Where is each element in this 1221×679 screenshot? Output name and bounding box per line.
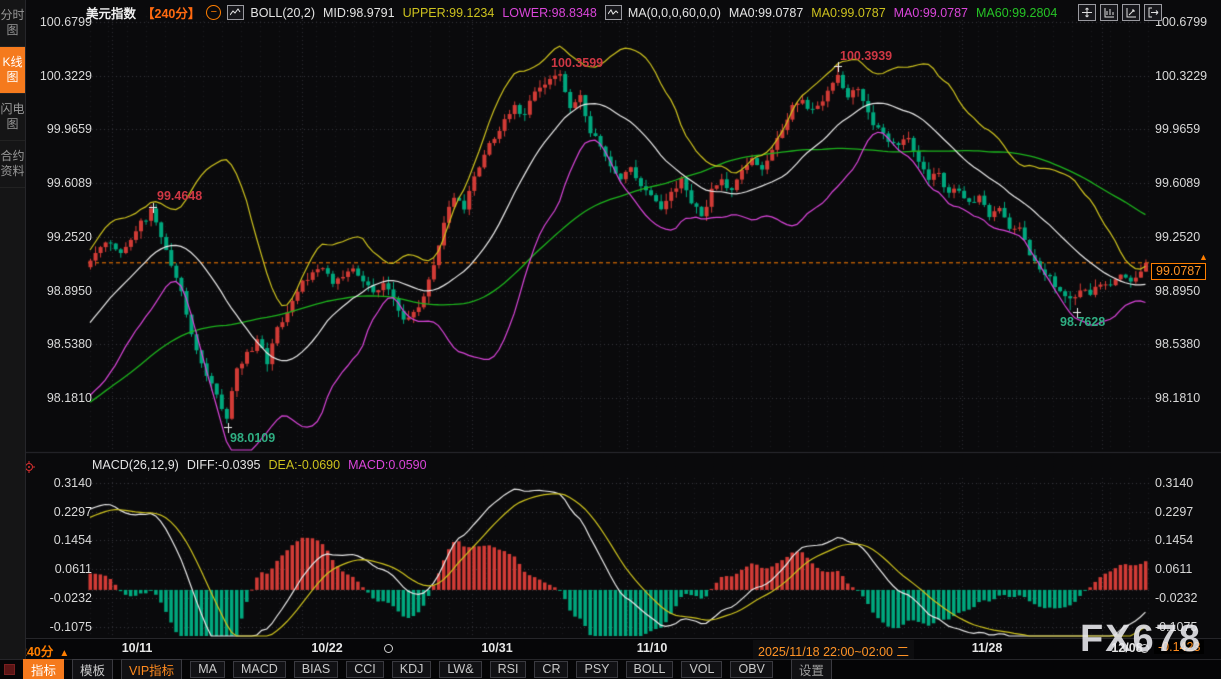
- price-annotation: 98.0109: [230, 431, 275, 445]
- date-tick: 11/10: [637, 641, 668, 655]
- fx678-watermark: FX678: [1080, 618, 1202, 661]
- price-axis-label: 100.6799: [1155, 15, 1207, 29]
- macd-value: DIFF:-0.0395: [187, 458, 261, 472]
- corner-icon[interactable]: [4, 664, 15, 675]
- price-axis-label: 99.6089: [47, 176, 92, 190]
- period-badge[interactable]: 240分▲: [20, 641, 69, 660]
- macd-axis-label: 0.2297: [54, 505, 92, 519]
- ma-value: MA60:99.2804: [976, 6, 1057, 20]
- macd-value: MACD:0.0590: [348, 458, 427, 472]
- moon-phase-icon: [384, 644, 393, 653]
- indicator-toolbar: 指标模板 VIP指标 MA MACD BIAS CCI KDJ LW&RSI CR PSY BOLL…: [0, 659, 1221, 679]
- macd-axis-label: 0.3140: [1155, 476, 1193, 490]
- macd-axis-label: 0.0611: [1155, 562, 1192, 576]
- indicator-chart-icon[interactable]: [227, 5, 244, 20]
- toolbar-button[interactable]: PSY: [576, 661, 617, 678]
- date-tick: 10/22: [311, 641, 342, 655]
- macd-header: MACD(26,12,9) DIFF:-0.0395 DEA:-0.0690 MACD…: [92, 458, 427, 472]
- macd-axis-label: 0.3140: [54, 476, 92, 490]
- price-axis-label: 99.2520: [1155, 230, 1200, 244]
- x-scale-icon[interactable]: [1122, 4, 1140, 21]
- macd-axis-label: 0.2297: [1155, 505, 1193, 519]
- macd-axis-label: 0.1454: [54, 533, 92, 547]
- macd-axis-label: -0.1075: [50, 620, 92, 634]
- toolbar-button[interactable]: BOLL: [626, 661, 674, 678]
- toolbar-button[interactable]: OBV: [730, 661, 772, 678]
- date-tick: 10/11: [122, 641, 153, 655]
- price-axis-label: 100.3229: [1155, 69, 1207, 83]
- price-axis-label: 98.5380: [47, 337, 92, 351]
- chart-type-sidebar: 分时图K线图闪电图合约资料: [0, 0, 26, 679]
- chart-header: 美元指数 【240分】 − BOLL(20,2) MID:98.9791 UPPER…: [86, 3, 1059, 22]
- toolbar-button[interactable]: CCI: [346, 661, 384, 678]
- symbol-name: 美元指数: [86, 3, 136, 22]
- sidebar-tab[interactable]: K线图: [0, 47, 25, 94]
- cursor-date-label: 2025/11/18 22:00~02:00 二: [753, 640, 914, 661]
- price-axis-label: 98.8950: [47, 284, 92, 298]
- period-label: 【240分】: [142, 3, 200, 22]
- date-tick: 11/28: [972, 641, 1003, 655]
- price-arrow-icon: ▲: [1199, 252, 1208, 262]
- toolbar-button[interactable]: RSI: [490, 661, 527, 678]
- price-annotation: 98.7628: [1060, 315, 1105, 329]
- ma-value: MA0:99.0787: [729, 6, 803, 20]
- toolbar-button[interactable]: KDJ: [392, 661, 432, 678]
- toolbar-button[interactable]: 模板: [72, 659, 113, 679]
- price-annotation: 100.3939: [840, 49, 892, 63]
- toolbar-button[interactable]: CR: [534, 661, 568, 678]
- toolbar-button[interactable]: VIP指标: [121, 659, 182, 679]
- ma-value: MA0:99.0787: [811, 6, 885, 20]
- boll-value: MID:98.9791: [323, 6, 395, 20]
- price-axis-label: 98.5380: [1155, 337, 1200, 351]
- sidebar-tab[interactable]: 分时图: [0, 0, 25, 47]
- toolbar-button[interactable]: BIAS: [294, 661, 339, 678]
- chart-tools: [1078, 4, 1162, 21]
- macd-axis-label: 0.1454: [1155, 533, 1193, 547]
- toolbar-button[interactable]: MACD: [233, 661, 286, 678]
- y-scale-icon[interactable]: [1100, 4, 1118, 21]
- expand-right-icon[interactable]: [1144, 4, 1162, 21]
- ma-value: MA(0,0,0,60,0,0): [628, 6, 721, 20]
- chevron-up-icon: ▲: [59, 648, 69, 659]
- sidebar-tab[interactable]: 闪电图: [0, 94, 25, 141]
- macd-value: MACD(26,12,9): [92, 458, 179, 472]
- macd-axis-label: -0.0232: [50, 591, 92, 605]
- boll-value: UPPER:99.1234: [403, 6, 495, 20]
- toolbar-button[interactable]: VOL: [681, 661, 722, 678]
- toolbar-button[interactable]: LW&: [439, 661, 481, 678]
- ma-value: MA0:99.0787: [894, 6, 968, 20]
- time-axis: 240分▲ 10/1110/2210/3111/1011/2812/08 202…: [25, 638, 1221, 659]
- price-annotation: 99.4648: [157, 189, 202, 203]
- toolbar-button[interactable]: 设置: [791, 659, 832, 679]
- price-axis-label: 99.6089: [1155, 176, 1200, 190]
- macd-value: DEA:-0.0690: [268, 458, 340, 472]
- crosshair-icon[interactable]: [1078, 4, 1096, 21]
- indicator-chart-icon[interactable]: [605, 5, 622, 20]
- price-axis-label: 99.9659: [1155, 122, 1200, 136]
- date-tick: 10/31: [481, 641, 512, 655]
- price-axis-label: 98.1810: [1155, 391, 1200, 405]
- collapse-icon[interactable]: −: [206, 5, 221, 20]
- macd-axis-label: -0.0232: [1155, 591, 1197, 605]
- boll-value: LOWER:98.8348: [502, 6, 597, 20]
- toolbar-button[interactable]: MA: [190, 661, 225, 678]
- price-axis-label: 98.1810: [47, 391, 92, 405]
- price-axis-label: 100.6799: [40, 15, 92, 29]
- macd-axis-label: 0.0611: [55, 562, 92, 576]
- boll-value: BOLL(20,2): [250, 6, 315, 20]
- price-axis-label: 98.8950: [1155, 284, 1200, 298]
- toolbar-button[interactable]: 指标: [23, 659, 64, 679]
- price-axis-label: 100.3229: [40, 69, 92, 83]
- sidebar-tab[interactable]: 合约资料: [0, 141, 25, 188]
- current-price-badge: 99.0787: [1151, 263, 1206, 280]
- trading-app-window: 分时图K线图闪电图合约资料 美元指数 【240分】 − BOLL(20,2) MI…: [0, 0, 1221, 679]
- price-axis-label: 99.2520: [47, 230, 92, 244]
- chart-canvas[interactable]: [0, 0, 1221, 679]
- price-axis-label: 99.9659: [47, 122, 92, 136]
- price-annotation: 100.3599: [551, 56, 603, 70]
